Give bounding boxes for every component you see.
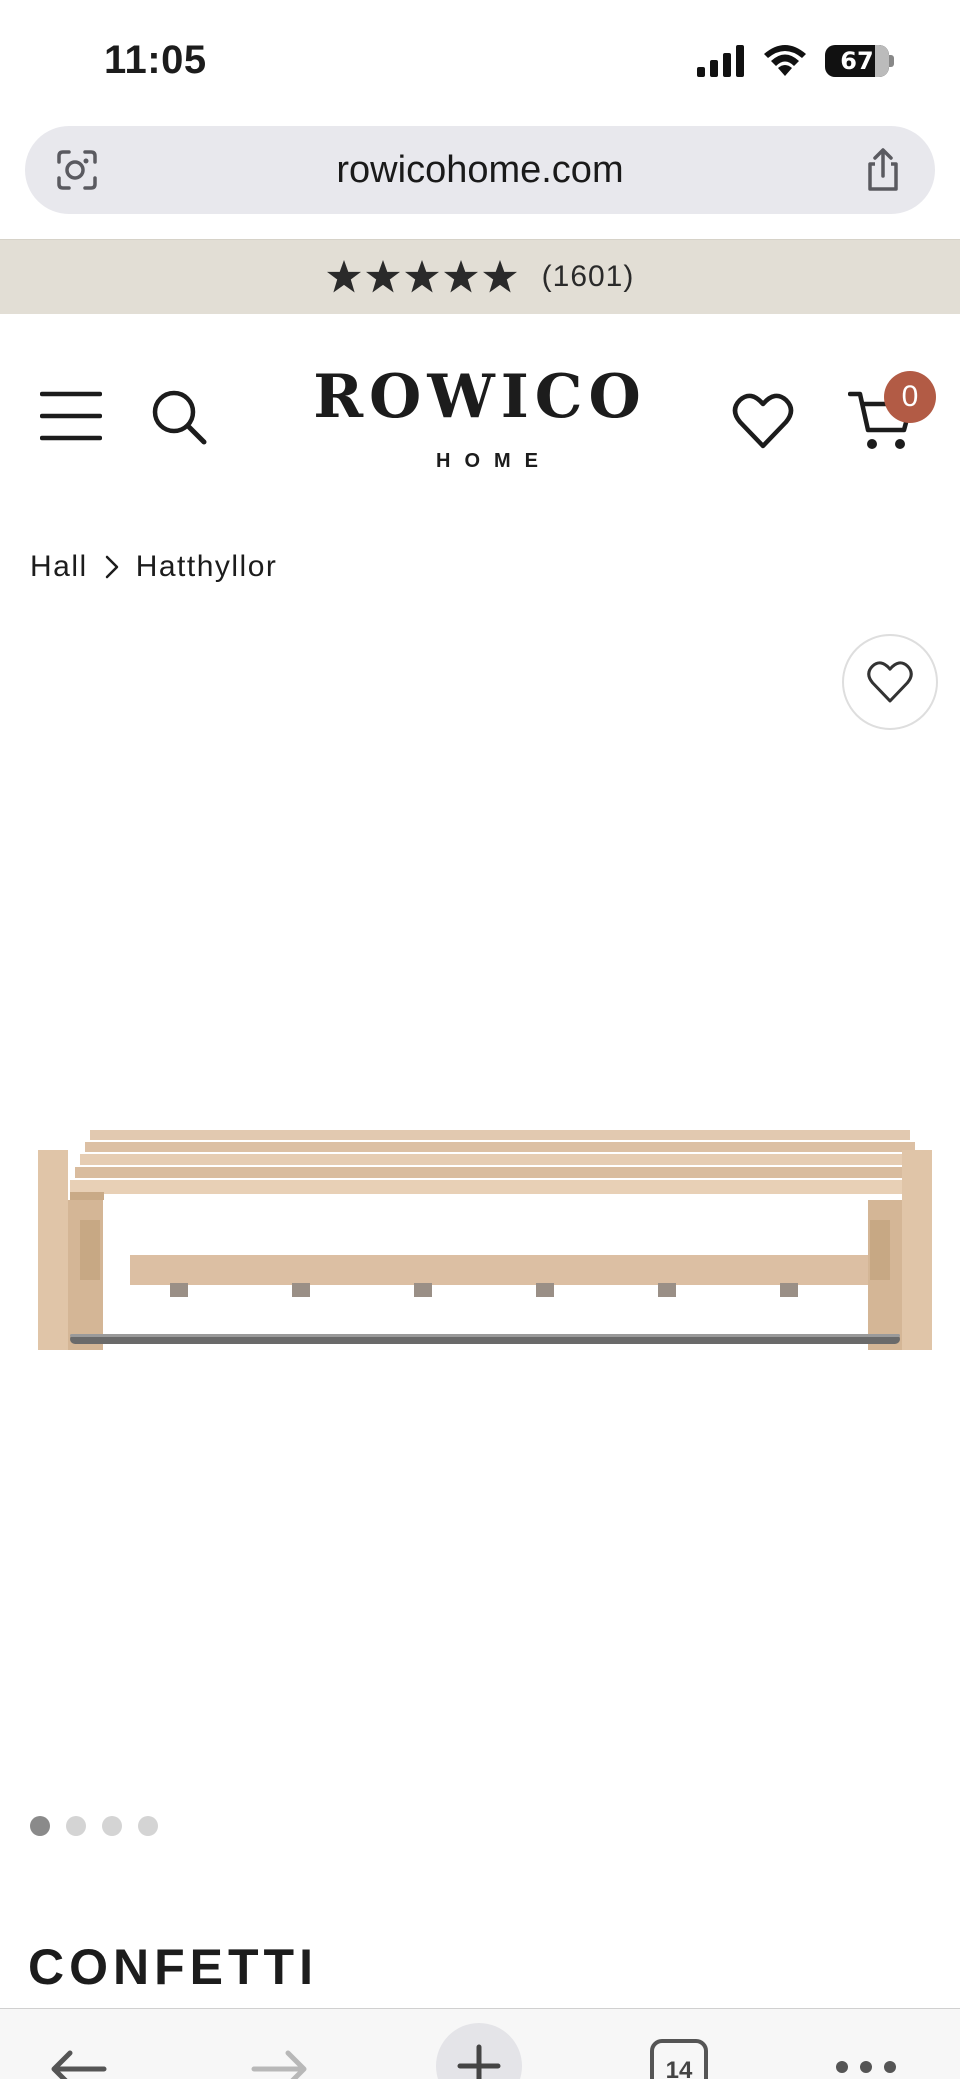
star-icon [482, 260, 517, 293]
chevron-right-icon [105, 555, 118, 579]
carousel-dots [30, 1816, 158, 1836]
carousel-dot[interactable] [66, 1816, 86, 1836]
carousel-dot[interactable] [30, 1816, 50, 1836]
rating-strip[interactable]: (1601) [0, 239, 960, 314]
share-icon[interactable] [859, 146, 907, 194]
wifi-icon [764, 45, 806, 76]
carousel-dot[interactable] [138, 1816, 158, 1836]
heart-icon [867, 661, 913, 703]
star-icon [443, 260, 478, 293]
menu-icon[interactable] [40, 390, 102, 442]
breadcrumb-item-hatthyllor[interactable]: Hatthyllor [136, 550, 278, 584]
logo-subtitle[interactable]: HOME [280, 450, 694, 473]
url-text[interactable]: rowicohome.com [25, 126, 935, 214]
carousel-dot[interactable] [102, 1816, 122, 1836]
logo-title[interactable]: ROWICO [280, 362, 680, 432]
star-icon [365, 260, 400, 293]
arrow-left-icon[interactable] [48, 2049, 108, 2079]
address-bar[interactable]: rowicohome.com [25, 126, 935, 214]
star-icon [326, 260, 361, 293]
search-icon[interactable] [150, 388, 208, 446]
star-icon [404, 260, 439, 293]
status-time: 11:05 [104, 38, 207, 82]
product-title: CONFETTI [28, 1939, 318, 1995]
battery-level: 67 [840, 47, 874, 75]
signal-icon [697, 45, 744, 77]
add-to-wishlist-button[interactable] [842, 634, 938, 730]
plus-icon [457, 2044, 501, 2079]
battery-icon: 67 [825, 45, 889, 77]
tabs-button[interactable]: 14 [650, 2039, 708, 2079]
star-rating [326, 260, 518, 294]
new-tab-button[interactable] [436, 2023, 522, 2079]
heart-icon[interactable] [732, 392, 794, 450]
arrow-right-icon[interactable] [250, 2049, 310, 2079]
status-icons: 67 [697, 44, 894, 78]
more-icon[interactable] [836, 2061, 896, 2073]
review-count: (1601) [541, 260, 635, 293]
cart-count-badge[interactable]: 0 [884, 371, 936, 423]
product-image[interactable] [30, 1120, 940, 1380]
breadcrumb: Hall Hatthyllor [30, 550, 277, 584]
browser-toolbar: 14 [0, 2008, 960, 2079]
breadcrumb-item-hall[interactable]: Hall [30, 550, 88, 584]
